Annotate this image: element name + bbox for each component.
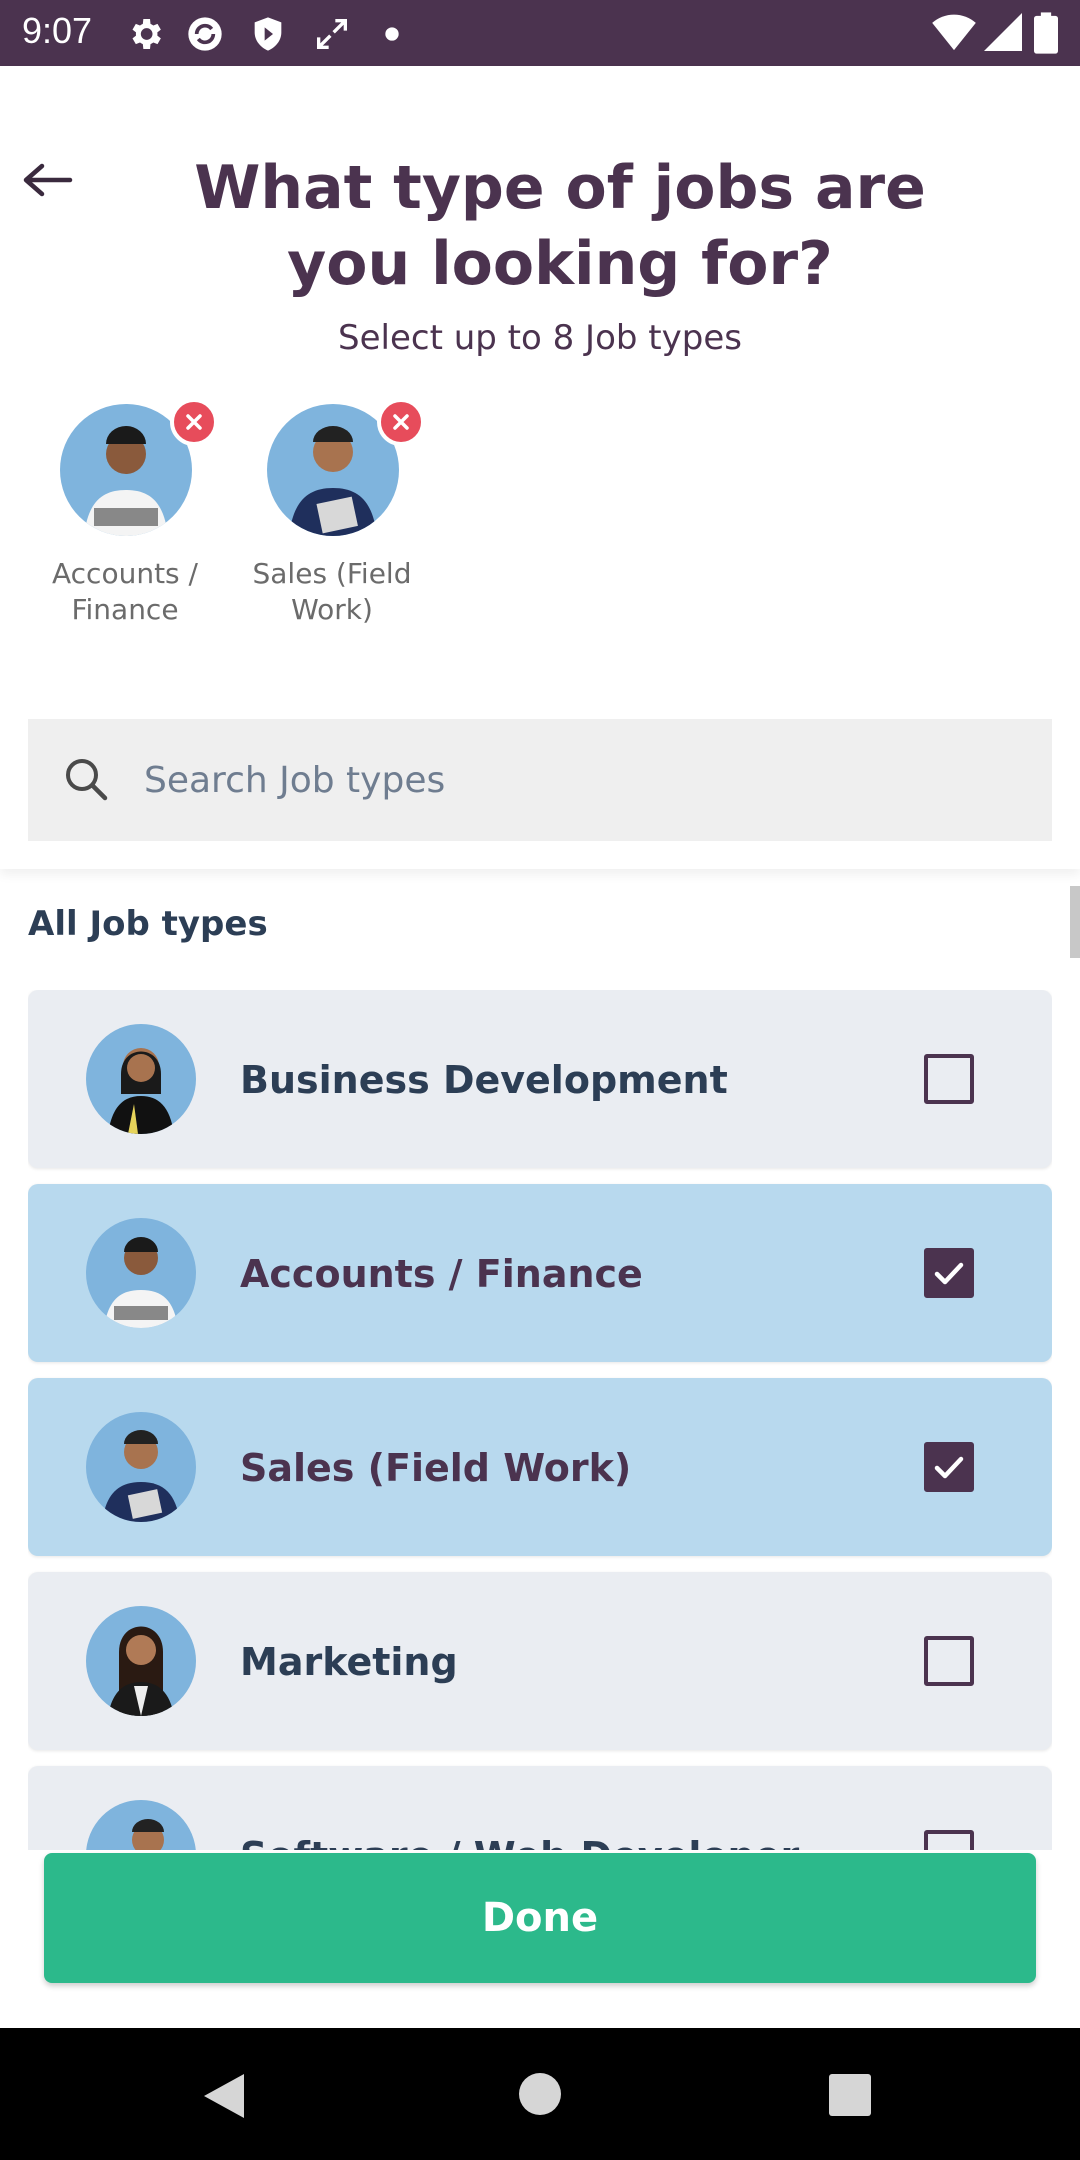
check-icon [934, 1456, 964, 1479]
search-input[interactable] [142, 747, 1026, 813]
page-subtitle: Select up to 8 Job types [338, 318, 742, 358]
battery-icon [1034, 12, 1058, 54]
selected-chip-label: Accounts / Finance [52, 557, 198, 626]
back-nav-icon[interactable] [202, 2072, 246, 2120]
done-button[interactable]: Done [44, 1853, 1036, 1983]
job-checkbox[interactable] [924, 1054, 974, 1104]
header-panel: What type of jobs are you looking for? S… [0, 66, 1080, 869]
settings-icon [132, 19, 161, 49]
page-title: What type of jobs are you looking for? [194, 153, 926, 299]
signal-icon [984, 13, 1022, 51]
job-checkbox[interactable] [924, 1636, 974, 1686]
search-icon [66, 759, 108, 801]
status-bar: 9:07 [0, 0, 1080, 66]
expand-icon [317, 19, 347, 49]
job-item-business-development[interactable]: Business Development [28, 990, 1052, 1168]
job-item-accounts-finance[interactable]: Accounts / Finance [28, 1184, 1052, 1362]
job-item-software-web-developer[interactable]: Software / Web Developer [28, 1766, 1052, 1850]
job-name: Accounts / Finance [240, 1252, 643, 1296]
job-item-marketing[interactable]: Marketing [28, 1572, 1052, 1750]
job-avatar [86, 1800, 196, 1850]
remove-accounts-button[interactable] [170, 398, 218, 446]
shield-icon [254, 17, 282, 51]
recents-nav-icon[interactable] [829, 2074, 871, 2116]
job-name: Sales (Field Work) [240, 1446, 632, 1490]
job-item-sales-field-work[interactable]: Sales (Field Work) [28, 1378, 1052, 1556]
section-title: All Job types [28, 904, 268, 944]
home-nav-icon[interactable] [518, 2072, 562, 2116]
scrollbar-thumb[interactable] [1070, 886, 1080, 958]
sync-icon [188, 17, 222, 51]
job-avatar [86, 1606, 196, 1716]
wifi-icon [932, 14, 976, 51]
job-type-list: Business Development Accounts / Finance … [28, 990, 1052, 1850]
job-checkbox[interactable] [924, 1248, 974, 1298]
job-avatar [86, 1412, 196, 1522]
check-icon [934, 1262, 964, 1285]
dot-icon [385, 27, 399, 41]
job-checkbox[interactable] [924, 1830, 974, 1850]
job-name: Software / Web Developer [240, 1834, 799, 1850]
job-name: Business Development [240, 1058, 728, 1102]
job-checkbox[interactable] [924, 1442, 974, 1492]
job-avatar [86, 1024, 196, 1134]
arrow-left-icon[interactable] [18, 160, 78, 200]
job-avatar [86, 1218, 196, 1328]
status-time: 9:07 [22, 10, 93, 51]
remove-sales-button[interactable] [377, 398, 425, 446]
navigation-bar [0, 2028, 1080, 2160]
selected-chip-label: Sales (Field Work) [252, 557, 412, 626]
job-name: Marketing [240, 1640, 458, 1684]
search-box [28, 719, 1052, 841]
